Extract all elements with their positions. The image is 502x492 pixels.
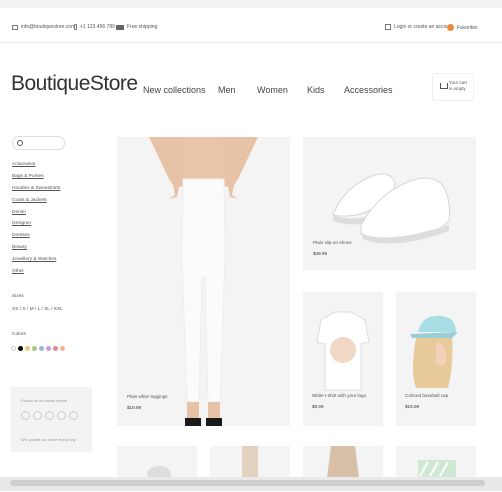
nav-men[interactable]: Men — [218, 85, 236, 95]
leggings-image — [149, 137, 258, 426]
site-logo[interactable]: BoutiqueStore — [11, 72, 138, 96]
nav-women[interactable]: Women — [257, 85, 288, 95]
sizes-label: Sizes — [12, 294, 24, 299]
login-icon — [385, 24, 391, 30]
social-note: We update our store every day — [21, 437, 76, 442]
email-link[interactable]: info@boutiquestore.com — [12, 24, 75, 30]
product-image — [242, 446, 258, 478]
color-swatch[interactable] — [32, 346, 37, 351]
product-card-partial[interactable] — [117, 446, 197, 478]
phone-icon — [74, 24, 77, 30]
favorites-text: Favorites — [457, 24, 478, 31]
email-text: info@boutiquestore.com — [21, 24, 76, 30]
category-link[interactable]: Coats & Jackets — [12, 198, 60, 210]
category-link[interactable]: Other — [12, 269, 60, 281]
product-card-cap[interactable]: Colored baseball cap $15.99 — [396, 292, 476, 426]
heart-icon — [447, 24, 454, 31]
product-card-leggings[interactable]: Plain white leggings $19.99 — [117, 137, 290, 426]
category-link[interactable]: Designer — [12, 221, 60, 233]
login-text: Login or create an account — [394, 24, 454, 30]
product-card-partial[interactable] — [396, 446, 476, 478]
favorites-link[interactable]: Favorites — [447, 24, 478, 31]
category-link[interactable]: Jewellery & Watches — [12, 257, 60, 269]
category-link[interactable]: Dresses — [12, 233, 60, 245]
nav-accessories[interactable]: Accessories — [344, 85, 393, 95]
search-icon — [17, 140, 23, 146]
product-card-partial[interactable] — [210, 446, 290, 478]
horizontal-scrollbar[interactable] — [0, 477, 502, 491]
category-list: Activewear Bags & Purses Hoodies & Sweat… — [12, 162, 60, 281]
category-link[interactable]: Denim — [12, 210, 60, 222]
product-name: Plain slip-on shoes — [313, 240, 352, 245]
mail-icon — [12, 24, 18, 30]
color-swatches — [11, 346, 65, 351]
search-input[interactable] — [12, 136, 65, 150]
category-link[interactable]: Activewear — [12, 162, 60, 174]
product-card-shoes[interactable]: Plain slip-on shoes $49.99 — [303, 137, 476, 270]
color-swatch[interactable] — [46, 346, 51, 351]
product-image — [147, 466, 171, 478]
product-price: $19.99 — [127, 405, 142, 410]
category-link[interactable]: Bags & Purses — [12, 174, 60, 186]
product-image — [327, 446, 359, 478]
twitter-icon[interactable] — [33, 411, 42, 420]
category-link[interactable]: Hoodies & Sweatshirts — [12, 186, 60, 198]
phone-link[interactable]: +1 123 456 789 — [74, 24, 115, 30]
product-card-tshirt[interactable]: White t-shirt with your logo $9.99 — [303, 292, 383, 426]
scrollbar-thumb[interactable] — [10, 480, 485, 486]
nav-kids[interactable]: Kids — [307, 85, 325, 95]
product-name: Plain white leggings — [127, 394, 168, 399]
cart-button[interactable]: Your cart is empty — [432, 73, 474, 101]
social-box: Follow us on social media We update our … — [11, 387, 92, 452]
product-card-partial[interactable] — [303, 446, 383, 478]
color-swatch[interactable] — [11, 346, 16, 351]
color-swatch[interactable] — [53, 346, 58, 351]
sizes-list[interactable]: XS / S / M / L / XL / XXL — [12, 307, 63, 312]
color-swatch[interactable] — [39, 346, 44, 351]
top-bar: info@boutiquestore.com +1 123 456 789 Fr… — [0, 14, 502, 43]
color-swatch[interactable] — [25, 346, 30, 351]
cart-icon — [440, 83, 448, 89]
category-link[interactable]: Beauty — [12, 245, 60, 257]
product-name: White t-shirt with your logo — [312, 393, 367, 398]
google-icon[interactable] — [69, 411, 78, 420]
product-image — [418, 460, 456, 478]
colors-label: Colors — [12, 332, 26, 337]
instagram-icon[interactable] — [45, 411, 54, 420]
login-link[interactable]: Login or create an account — [385, 24, 453, 30]
truck-icon — [116, 24, 124, 30]
shipping-text: Free shipping — [127, 24, 158, 30]
shipping-link[interactable]: Free shipping — [116, 24, 157, 30]
pinterest-icon[interactable] — [57, 411, 66, 420]
shoes-image — [332, 173, 450, 244]
color-swatch[interactable] — [18, 346, 23, 351]
cart-text: Your cart is empty — [449, 80, 467, 91]
product-price: $15.99 — [405, 404, 420, 409]
social-title: Follow us on social media — [21, 398, 67, 403]
product-name: Colored baseball cap — [405, 393, 449, 398]
browser-top-edge — [0, 0, 502, 8]
phone-text: +1 123 456 789 — [80, 24, 115, 30]
nav-new-collections[interactable]: New collections — [143, 85, 206, 95]
product-price: $9.99 — [312, 404, 324, 409]
color-swatch[interactable] — [60, 346, 65, 351]
facebook-icon[interactable] — [21, 411, 30, 420]
product-price: $49.99 — [313, 251, 328, 256]
